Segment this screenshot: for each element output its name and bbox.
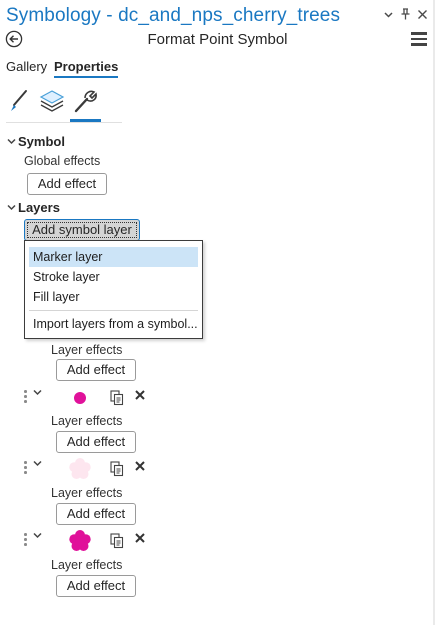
drag-handle-icon[interactable] [24,390,28,406]
chevron-down-icon[interactable] [33,388,42,399]
duplicate-layer-icon[interactable] [110,461,124,477]
layers-section-title: Layers [18,200,60,215]
duplicate-layer-icon[interactable] [110,533,124,549]
menu-item-stroke-layer[interactable]: Stroke layer [29,267,198,287]
layers-section-header[interactable]: Layers [7,200,60,215]
chevron-down-icon [7,137,18,147]
brush-icon[interactable] [6,88,34,114]
tab-gallery[interactable]: Gallery [6,59,47,74]
symbol-layer-row[interactable] [22,529,162,553]
add-symbol-layer-button[interactable]: Add symbol layer [24,219,140,241]
symbol-layer-row[interactable] [22,457,162,481]
layer-effects-label: Layer effects [51,486,123,500]
tab-divider [6,122,122,123]
menu-item-fill-layer[interactable]: Fill layer [29,287,198,307]
add-layer-effect-button[interactable]: Add effect [56,359,136,381]
menu-item-marker-layer[interactable]: Marker layer [29,247,198,267]
symbol-section-header[interactable]: Symbol [7,134,65,149]
menu-divider [29,310,198,311]
marker-swatch-circle[interactable] [68,386,92,410]
global-effects-label: Global effects [24,154,101,168]
add-global-effect-button[interactable]: Add effect [27,173,107,195]
add-layer-effect-button[interactable]: Add effect [56,575,136,597]
add-symbol-layer-menu: Marker layer Stroke layer Fill layer Imp… [24,240,203,339]
add-layer-effect-button[interactable]: Add effect [56,431,136,453]
tab-properties[interactable]: Properties [54,59,119,78]
drag-handle-icon[interactable] [24,461,28,477]
layer-effects-label: Layer effects [51,414,123,428]
wrench-icon[interactable] [71,88,99,114]
layer-effects-label: Layer effects [51,343,123,357]
window-title: Symbology - dc_and_nps_cherry_trees [6,5,341,26]
hamburger-menu-icon[interactable] [411,32,427,46]
marker-swatch-flower[interactable] [68,457,92,481]
chevron-down-icon[interactable] [33,459,42,470]
close-icon[interactable] [417,8,428,22]
chevron-down-icon [7,203,18,213]
pane-subtitle: Format Point Symbol [147,31,288,48]
duplicate-layer-icon[interactable] [110,390,124,406]
delete-layer-icon[interactable] [134,530,146,550]
layer-effects-label: Layer effects [51,558,123,572]
delete-layer-icon[interactable] [134,387,146,407]
chevron-down-icon[interactable] [33,531,42,542]
chevron-down-icon[interactable] [383,8,394,22]
menu-item-import-layers[interactable]: Import layers from a symbol... [29,314,198,334]
marker-swatch-flower-magenta[interactable] [68,529,92,553]
layers-icon[interactable] [38,88,66,114]
pin-icon[interactable] [400,8,411,22]
drag-handle-icon[interactable] [24,533,28,549]
symbol-section-title: Symbol [18,134,65,149]
add-layer-effect-button[interactable]: Add effect [56,503,136,525]
delete-layer-icon[interactable] [134,458,146,478]
symbol-layer-row[interactable] [22,386,162,410]
